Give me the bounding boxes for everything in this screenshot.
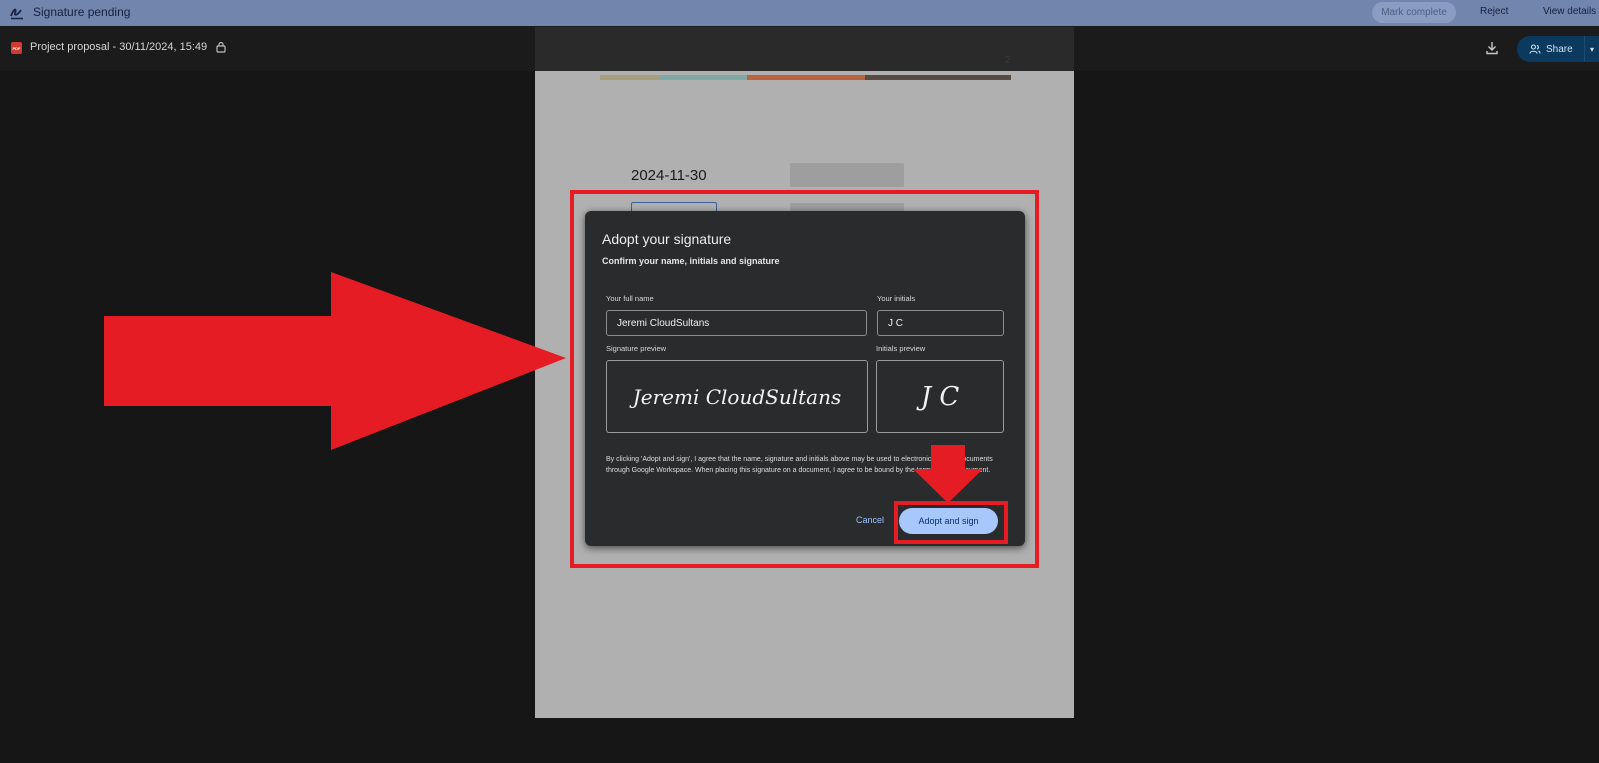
dialog-subtitle: Confirm your name, initials and signatur… <box>602 256 780 266</box>
signature-field-placeholder <box>790 163 904 187</box>
reject-button[interactable]: Reject <box>1480 6 1508 17</box>
annotation-arrow-down <box>913 445 983 503</box>
people-icon <box>1529 44 1541 54</box>
share-dropdown-caret[interactable]: ▾ <box>1584 36 1599 62</box>
full-name-label: Your full name <box>606 294 654 303</box>
signature-pending-bar: Signature pending Mark complete Reject V… <box>0 0 1599 26</box>
dialog-title: Adopt your signature <box>602 231 732 247</box>
signature-preview: Jeremi CloudSultans <box>606 360 868 433</box>
mark-complete-button[interactable]: Mark complete <box>1372 2 1456 23</box>
document-date: 2024-11-30 <box>631 167 707 184</box>
signature-preview-label: Signature preview <box>606 344 667 353</box>
annotation-arrow-right <box>104 272 566 450</box>
cancel-button[interactable]: Cancel <box>856 515 884 525</box>
initials-input[interactable]: J C <box>877 310 1004 336</box>
view-details-button[interactable]: View details <box>1543 6 1596 17</box>
pdf-icon: PDF <box>11 42 22 54</box>
signature-icon <box>10 8 23 20</box>
initials-preview-label: Initials preview <box>876 344 926 353</box>
color-strip-4 <box>865 75 1011 80</box>
lock-icon <box>216 41 226 53</box>
color-strip-1 <box>600 75 659 80</box>
initials-label: Your initials <box>877 294 916 303</box>
document-title: Project proposal - 30/11/2024, 15:49 <box>30 41 208 53</box>
download-icon[interactable] <box>1485 41 1499 55</box>
share-label: Share <box>1546 43 1573 55</box>
color-strip-2 <box>659 75 747 80</box>
color-strip-3 <box>747 75 865 80</box>
full-name-input[interactable]: Jeremi CloudSultans <box>606 310 867 336</box>
annotation-button-outline <box>894 501 1008 544</box>
initials-preview: J C <box>876 360 1004 433</box>
page-top-shade <box>535 27 1074 71</box>
pending-title: Signature pending <box>33 5 131 19</box>
page-number: 2 <box>1005 55 1011 66</box>
